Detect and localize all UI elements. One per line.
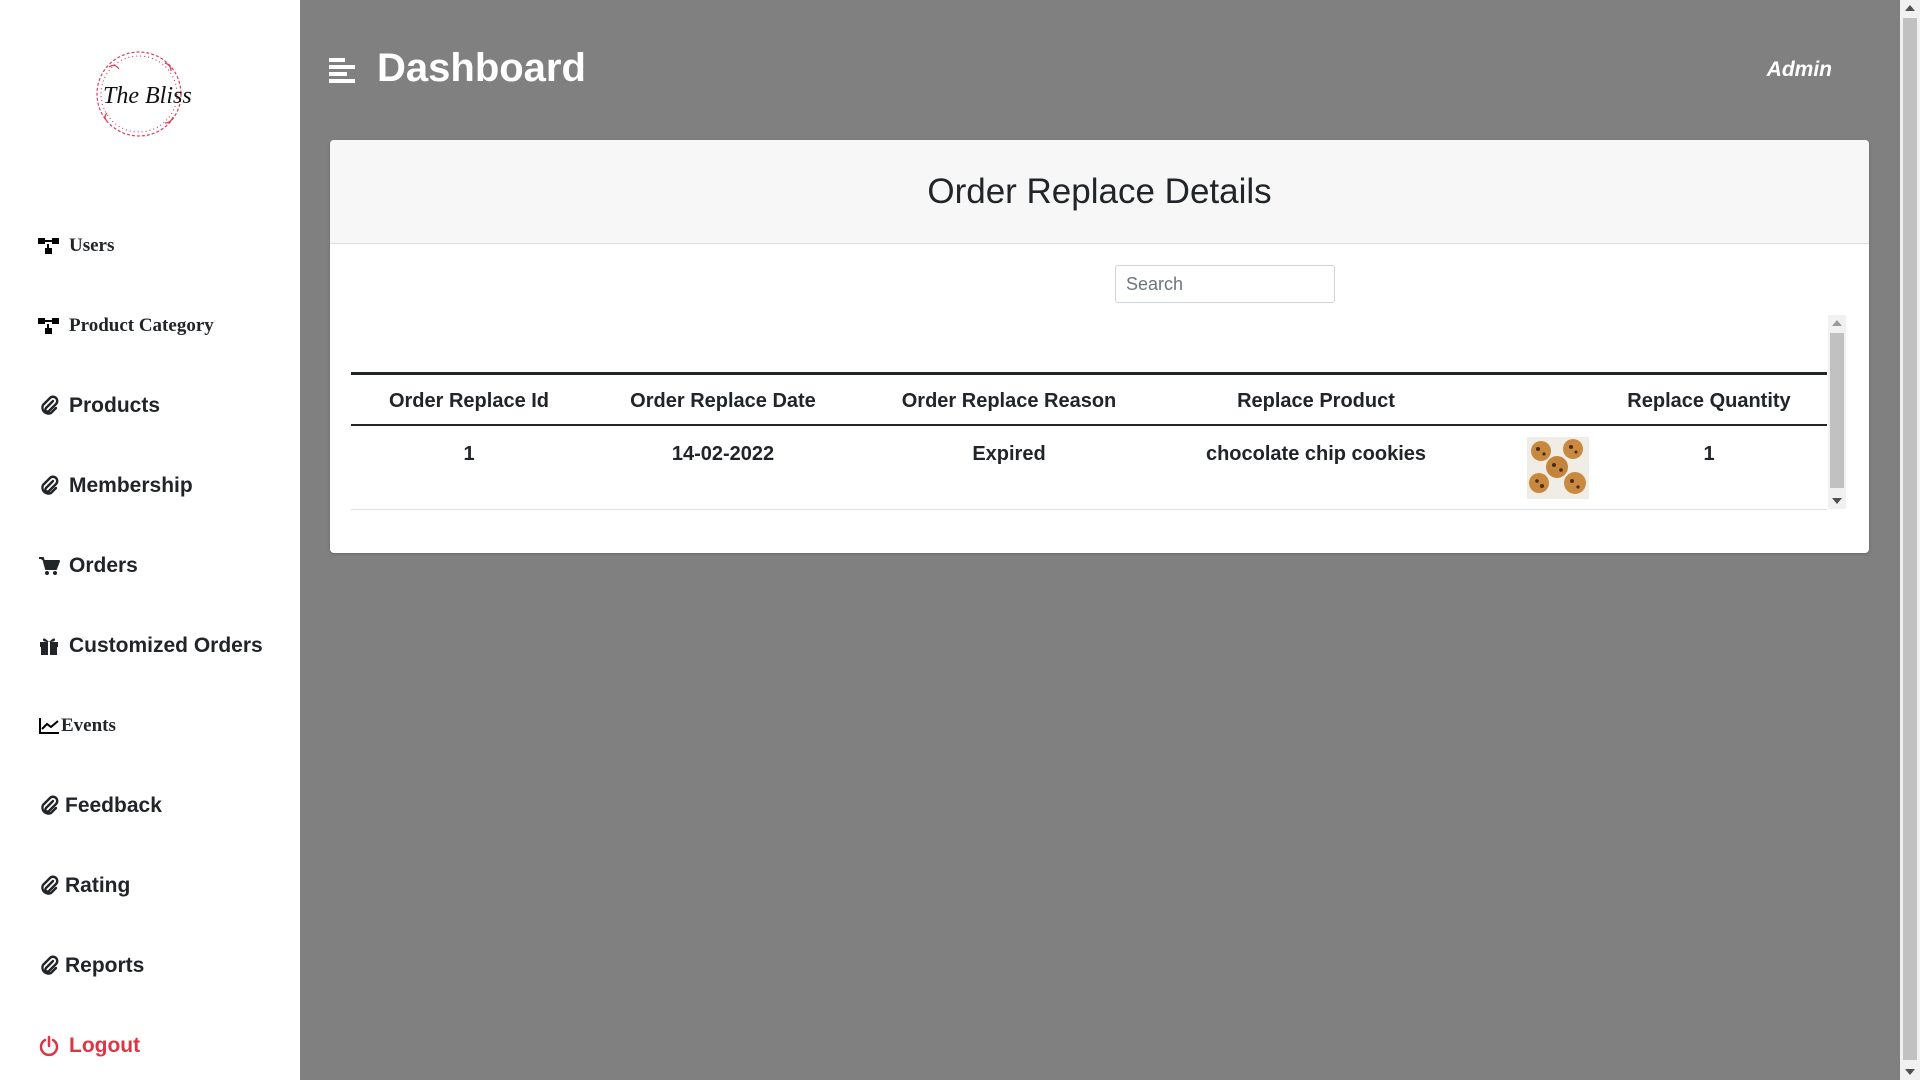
sitemap-icon <box>37 234 61 258</box>
sidebar: The Bliss Users Product Category Product… <box>0 0 300 1080</box>
sidebar-item-label: Reports <box>65 954 145 977</box>
paperclip-icon <box>37 874 61 898</box>
sidebar-item-label: Logout <box>69 1034 141 1057</box>
sidebar-item-label: Orders <box>69 554 138 577</box>
column-header: Order Replace Reason <box>901 390 1117 412</box>
gift-icon <box>37 634 61 658</box>
scroll-up-arrow-icon[interactable] <box>1905 5 1915 11</box>
scroll-up-arrow-icon[interactable] <box>1832 320 1842 326</box>
paperclip-icon <box>37 794 61 818</box>
search-input[interactable] <box>1115 265 1335 303</box>
paperclip-icon <box>37 954 61 978</box>
sidebar-item-feedback[interactable]: Feedback <box>37 789 162 823</box>
power-icon <box>37 1034 61 1058</box>
sidebar-item-label: Customized Orders <box>69 634 263 657</box>
sidebar-item-label: Products <box>69 394 161 417</box>
column-header: Replace Quantity <box>1627 390 1791 412</box>
cell-reason: Expired <box>972 443 1046 465</box>
sitemap-icon <box>37 314 61 338</box>
sidebar-item-membership[interactable]: Membership <box>37 469 193 503</box>
cell-product: chocolate chip cookies <box>1205 443 1427 465</box>
sidebar-item-users[interactable]: Users <box>37 229 114 263</box>
sidebar-item-products[interactable]: Products <box>37 389 160 423</box>
line-chart-icon <box>37 714 61 738</box>
sidebar-item-orders[interactable]: Orders <box>37 549 138 583</box>
paperclip-icon <box>37 394 61 418</box>
order-replace-card: Order Replace Details Order Replace Id O… <box>330 140 1869 553</box>
sidebar-item-label: Feedback <box>65 794 162 817</box>
sidebar-item-rating[interactable]: Rating <box>37 869 130 903</box>
page-scrollbar[interactable] <box>1900 0 1920 1080</box>
table-row: 1 14-02-2022 Expired chocolate chip cook… <box>351 426 1827 510</box>
cell-id: 1 <box>463 443 475 465</box>
scrollbar-thumb[interactable] <box>1903 18 1917 1060</box>
logout-button[interactable]: Logout <box>37 1029 140 1063</box>
sidebar-item-label: Membership <box>69 474 193 497</box>
sidebar-item-product-category[interactable]: Product Category <box>37 309 214 343</box>
scroll-down-arrow-icon[interactable] <box>1905 1069 1915 1075</box>
sidebar-item-reports[interactable]: Reports <box>37 949 144 983</box>
sidebar-item-customized-orders[interactable]: Customized Orders <box>37 629 263 663</box>
cell-quantity: 1 <box>1703 443 1715 465</box>
column-header: Replace Product <box>1237 390 1395 412</box>
table-header: Order Replace Id Order Replace Date Orde… <box>351 372 1827 426</box>
cell-date: 14-02-2022 <box>671 443 775 465</box>
scroll-down-arrow-icon[interactable] <box>1832 498 1842 504</box>
product-image <box>1527 437 1589 499</box>
column-header: Order Replace Id <box>388 390 550 412</box>
sidebar-item-label: Rating <box>65 874 131 897</box>
user-name[interactable]: Admin <box>1767 58 1832 82</box>
sidebar-item-label: Events <box>61 715 116 736</box>
paperclip-icon <box>37 474 61 498</box>
svg-text:The Bliss: The Bliss <box>103 83 192 109</box>
brand-logo[interactable]: The Bliss <box>85 45 193 143</box>
cart-icon <box>37 554 61 578</box>
table-scrollbar[interactable] <box>1828 315 1846 509</box>
sidebar-item-label: Users <box>69 235 115 256</box>
sidebar-item-events[interactable]: Events <box>37 709 116 743</box>
scrollbar-thumb[interactable] <box>1830 333 1844 488</box>
menu-toggle-icon[interactable] <box>327 56 357 84</box>
page-title: Dashboard <box>377 46 586 90</box>
sidebar-item-label: Product Category <box>69 315 214 336</box>
card-header: Order Replace Details <box>330 140 1869 244</box>
column-header: Order Replace Date <box>630 390 816 412</box>
card-title: Order Replace Details <box>927 171 1272 211</box>
